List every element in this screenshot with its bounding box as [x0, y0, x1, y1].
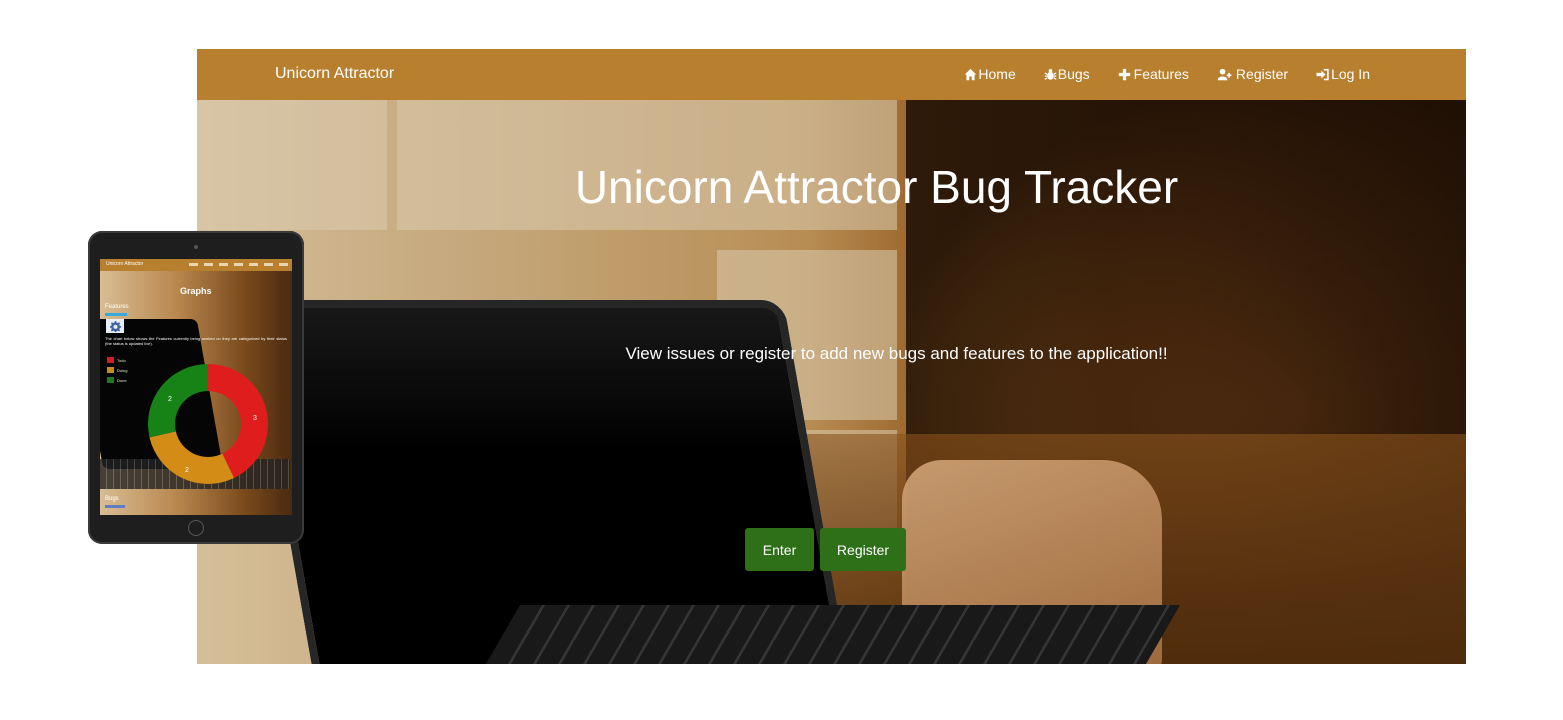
hero-subtitle: View issues or register to add new bugs …	[625, 344, 1168, 363]
tablet-graphs-heading: Graphs	[180, 286, 212, 296]
nav-bugs-label: Bugs	[1057, 66, 1090, 82]
website-screenshot: Unicorn Attractor Home Bugs Features Reg…	[197, 49, 1466, 664]
nav-home-label: Home	[978, 66, 1016, 82]
nav-login-label: Log In	[1331, 66, 1370, 82]
legend-swatch	[107, 377, 114, 383]
legend-swatch	[107, 357, 114, 363]
tablet-chart-description: The chart below shows the Features curre…	[105, 336, 287, 346]
tablet-camera	[194, 245, 198, 249]
tablet-navbar: Unicorn Attractor	[100, 259, 292, 271]
tablet-legend: Todo Doing Done	[107, 357, 127, 387]
tablet-mockup: Unicorn Attractor Graphs Features The ch…	[88, 231, 304, 544]
donut-segment-doing	[149, 431, 235, 484]
donut-label-doing: 2	[185, 467, 189, 474]
enter-button[interactable]: Enter	[745, 528, 814, 571]
tablet-donut-chart: 3 2 2	[148, 364, 268, 484]
legend-label: Doing	[117, 367, 128, 373]
home-icon	[965, 68, 977, 80]
plus-icon	[1118, 68, 1130, 80]
nav-features[interactable]: Features	[1118, 66, 1189, 82]
legend-doing: Doing	[107, 367, 127, 373]
tablet-home-button	[188, 520, 204, 536]
nav-links: Home Bugs Features Register Log In	[964, 66, 1370, 82]
tablet-nav-link	[219, 263, 228, 266]
tablet-nav-link	[279, 263, 288, 266]
legend-swatch	[107, 367, 114, 373]
tablet-nav-link	[264, 263, 273, 266]
hero-buttons: Enter Register	[745, 528, 906, 571]
legend-done: Done	[107, 377, 127, 383]
tablet-brand: Unicorn Attractor	[106, 261, 144, 267]
nav-home[interactable]: Home	[964, 66, 1016, 82]
user-plus-icon	[1217, 68, 1232, 80]
tablet-nav-links	[189, 263, 288, 266]
donut-label-todo: 3	[253, 415, 257, 422]
nav-login[interactable]: Log In	[1316, 66, 1370, 82]
nav-features-label: Features	[1133, 66, 1189, 82]
sign-in-icon	[1316, 68, 1329, 80]
tablet-screen: Unicorn Attractor Graphs Features The ch…	[100, 259, 292, 515]
donut-segment-done	[148, 364, 208, 438]
tablet-nav-link	[234, 263, 243, 266]
tablet-nav-link	[189, 263, 198, 266]
hero-section: Unicorn Attractor Bug Tracker View issue…	[197, 100, 1466, 664]
tablet-bugs-tab	[105, 505, 125, 508]
tablet-settings-button	[106, 319, 124, 333]
legend-todo: Todo	[107, 357, 127, 363]
hero-title: Unicorn Attractor Bug Tracker	[574, 161, 1179, 213]
navbar: Unicorn Attractor Home Bugs Features Reg…	[197, 49, 1466, 100]
brand-link[interactable]: Unicorn Attractor	[275, 65, 394, 83]
nav-bugs[interactable]: Bugs	[1044, 66, 1090, 82]
legend-label: Todo	[117, 357, 126, 363]
tablet-nav-link	[249, 263, 258, 266]
tablet-features-label: Features	[105, 304, 129, 310]
nav-register[interactable]: Register	[1217, 66, 1288, 82]
bug-icon	[1044, 68, 1057, 80]
gear-icon	[109, 320, 121, 332]
tablet-features-tab	[105, 313, 127, 316]
donut-label-done: 2	[168, 396, 172, 403]
legend-label: Done	[117, 377, 127, 383]
tablet-bugs-label: Bugs	[105, 496, 119, 502]
nav-register-label: Register	[1235, 66, 1289, 82]
register-button[interactable]: Register	[820, 528, 906, 571]
tablet-nav-link	[204, 263, 213, 266]
